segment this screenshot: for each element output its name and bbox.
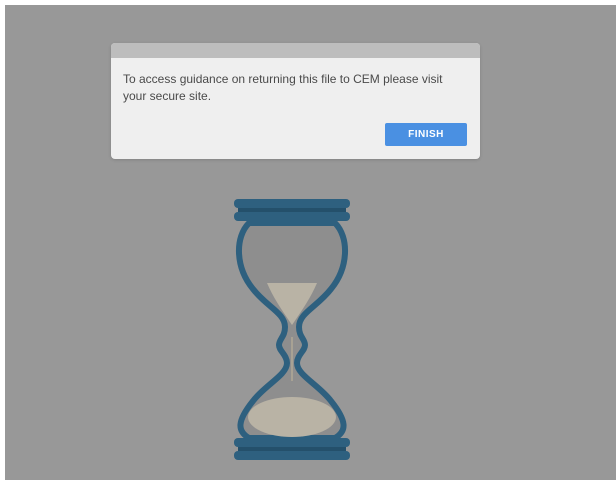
dialog-titlebar bbox=[111, 43, 480, 58]
guidance-dialog: To access guidance on returning this fil… bbox=[111, 43, 480, 159]
hourglass-icon bbox=[234, 199, 350, 460]
finish-button[interactable]: FINISH bbox=[385, 123, 467, 146]
modal-overlay: To access guidance on returning this fil… bbox=[5, 5, 616, 480]
dialog-message: To access guidance on returning this fil… bbox=[123, 72, 443, 103]
